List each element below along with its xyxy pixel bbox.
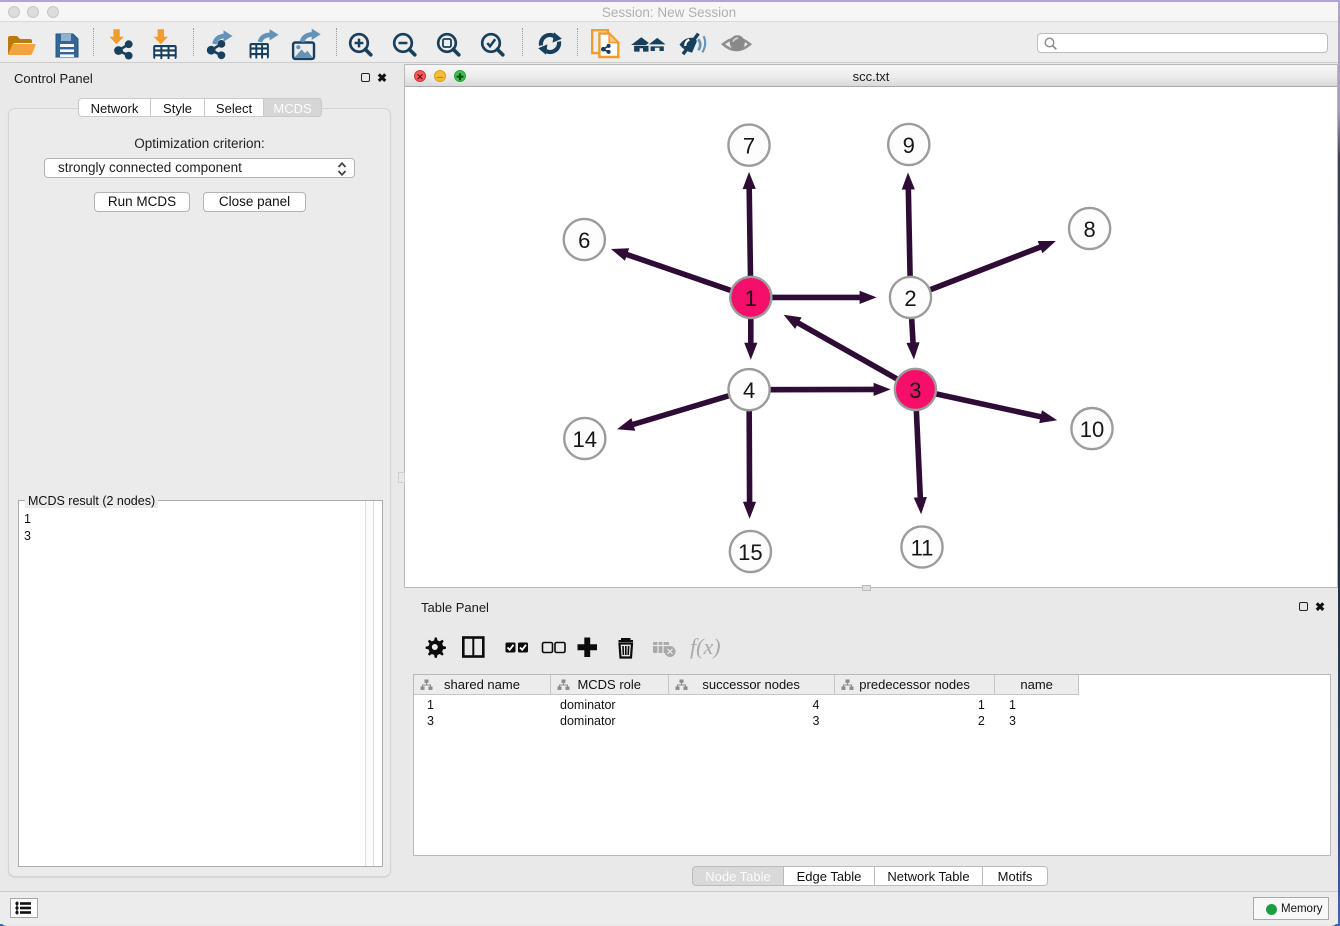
- svg-text:9: 9: [903, 133, 915, 158]
- svg-text:14: 14: [573, 427, 597, 452]
- svg-text:7: 7: [743, 134, 755, 159]
- svg-text:1: 1: [745, 286, 757, 311]
- svg-text:6: 6: [578, 228, 590, 253]
- svg-text:3: 3: [909, 378, 921, 403]
- svg-text:f(x): f(x): [690, 634, 721, 659]
- svg-text:8: 8: [1083, 217, 1095, 242]
- svg-text:15: 15: [738, 540, 762, 565]
- svg-text:2: 2: [904, 286, 916, 311]
- svg-text:10: 10: [1080, 417, 1104, 442]
- svg-text:11: 11: [911, 536, 934, 561]
- svg-text:4: 4: [743, 378, 755, 403]
